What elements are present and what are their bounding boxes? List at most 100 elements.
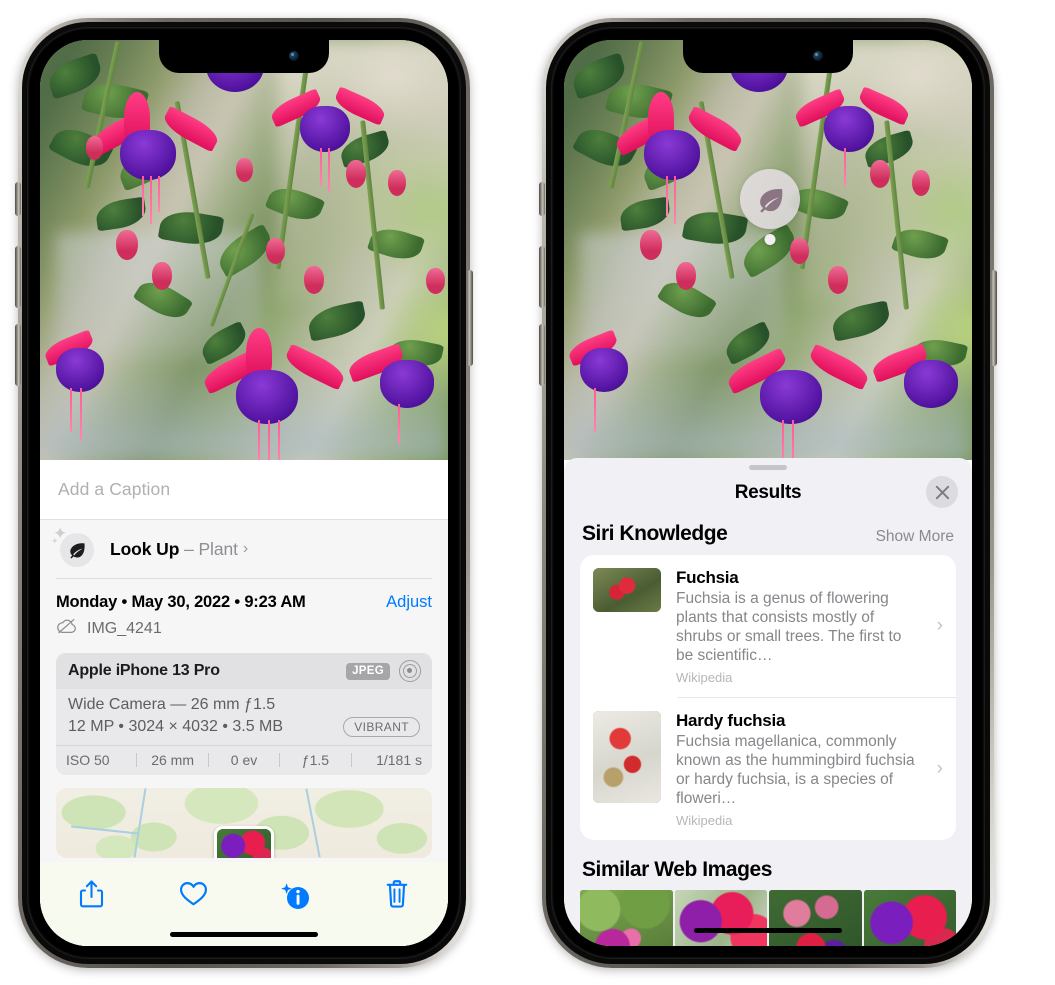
stat-focal: 26 mm bbox=[151, 752, 194, 768]
pin-thumbnail bbox=[217, 829, 271, 858]
exif-header: Apple iPhone 13 Pro JPEG bbox=[56, 653, 432, 689]
knowledge-description: Fuchsia magellanica, commonly known as t… bbox=[676, 733, 915, 807]
web-image-thumbnail[interactable] bbox=[769, 890, 862, 946]
phone-left: Add a Caption ✦ ✦ Look Up – Plant › Mond… bbox=[15, 18, 473, 968]
volume-down-button[interactable] bbox=[15, 324, 21, 386]
stat-aperture: ƒ1.5 bbox=[301, 752, 330, 768]
thumbnail-art bbox=[769, 890, 862, 946]
photo-bud bbox=[116, 230, 138, 260]
photo-bud bbox=[790, 238, 809, 264]
results-sheet: Results Siri Knowledge Show More Fuchsia… bbox=[564, 458, 972, 946]
lens-info: Wide Camera — 26 mm ƒ1.5 bbox=[68, 696, 276, 713]
knowledge-thumbnail bbox=[593, 568, 661, 612]
style-badge: VIBRANT bbox=[343, 717, 420, 737]
size-row: 12 MP • 3024 × 4032 • 3.5 MB VIBRANT bbox=[68, 717, 420, 737]
stat-shutter: 1/181 s bbox=[376, 752, 423, 768]
knowledge-title: Hardy fuchsia bbox=[676, 711, 786, 730]
front-camera bbox=[813, 51, 823, 61]
trash-icon bbox=[384, 879, 410, 914]
phone-right: Results Siri Knowledge Show More Fuchsia… bbox=[539, 18, 997, 968]
home-indicator[interactable] bbox=[694, 928, 842, 933]
knowledge-title: Fuchsia bbox=[676, 568, 739, 587]
show-more-button[interactable]: Show More bbox=[876, 528, 954, 546]
siri-knowledge-card: Fuchsia Fuchsia is a genus of flowering … bbox=[580, 555, 956, 840]
caption-input-placeholder[interactable]: Add a Caption bbox=[58, 479, 170, 500]
knowledge-body: Fuchsia Fuchsia is a genus of flowering … bbox=[661, 568, 944, 685]
thumbnail-art bbox=[593, 711, 661, 803]
section-title: Siri Knowledge bbox=[582, 522, 728, 545]
stat-iso: ISO 50 bbox=[66, 752, 110, 768]
heart-icon bbox=[179, 880, 208, 912]
volume-up-button[interactable] bbox=[539, 246, 545, 308]
adjust-button[interactable]: Adjust bbox=[386, 593, 432, 612]
power-button[interactable] bbox=[467, 270, 473, 366]
resolution-info: 12 MP • 3024 × 4032 • 3.5 MB bbox=[68, 718, 284, 735]
web-image-thumbnail[interactable] bbox=[580, 890, 673, 946]
photo-bud bbox=[152, 262, 172, 290]
exif-body: Wide Camera — 26 mm ƒ1.5 12 MP • 3024 × … bbox=[56, 689, 432, 745]
raw-circle-icon bbox=[399, 660, 421, 682]
photo-bud bbox=[236, 158, 253, 182]
leaf-icon bbox=[740, 169, 800, 229]
look-up-dash: – bbox=[184, 538, 194, 559]
web-image-thumbnail[interactable] bbox=[863, 890, 956, 946]
volume-down-button[interactable] bbox=[539, 324, 545, 386]
favorite-button[interactable] bbox=[142, 876, 244, 916]
home-indicator[interactable] bbox=[170, 932, 318, 937]
photo-bud bbox=[828, 266, 848, 294]
web-image-thumbnail[interactable] bbox=[674, 890, 767, 946]
metadata-date-row: Monday • May 30, 2022 • 9:23 AM Adjust bbox=[56, 593, 432, 612]
exif-card[interactable]: Apple iPhone 13 Pro JPEG Wide Camera — 2… bbox=[56, 653, 432, 775]
look-up-bubble[interactable] bbox=[740, 169, 800, 245]
photo-bud bbox=[86, 136, 103, 160]
info-sparkle-icon bbox=[278, 881, 312, 911]
volume-up-button[interactable] bbox=[15, 246, 21, 308]
leaf-icon bbox=[60, 533, 94, 567]
chevron-right-icon: › bbox=[936, 615, 943, 636]
info-button[interactable] bbox=[244, 876, 346, 916]
thumbnail-art bbox=[674, 890, 767, 946]
map-photo-pin[interactable] bbox=[214, 826, 274, 858]
photo-viewer[interactable] bbox=[40, 40, 448, 460]
delete-button[interactable] bbox=[346, 876, 448, 916]
photo-bud bbox=[266, 238, 285, 264]
similar-web-images-strip[interactable] bbox=[564, 890, 972, 946]
power-button[interactable] bbox=[991, 270, 997, 366]
silent-switch[interactable] bbox=[15, 182, 21, 216]
photo-bud bbox=[346, 160, 366, 188]
photo-metadata: Monday • May 30, 2022 • 9:23 AM Adjust I… bbox=[40, 579, 448, 645]
metadata-file-row: IMG_4241 bbox=[56, 618, 432, 639]
photo-filename: IMG_4241 bbox=[87, 619, 162, 637]
stat-ev: 0 ev bbox=[230, 752, 258, 768]
knowledge-source: Wikipedia bbox=[676, 813, 733, 828]
photo-bud bbox=[304, 266, 324, 294]
close-button[interactable] bbox=[926, 476, 958, 508]
look-up-row[interactable]: ✦ ✦ Look Up – Plant › bbox=[40, 520, 448, 578]
notch bbox=[159, 40, 329, 73]
exif-header-badges: JPEG bbox=[346, 660, 421, 682]
look-up-badge: ✦ ✦ bbox=[51, 525, 94, 568]
thumbnail-art bbox=[580, 890, 673, 946]
photo-bud bbox=[912, 170, 930, 196]
share-button[interactable] bbox=[40, 876, 142, 916]
look-up-title: Look Up bbox=[110, 538, 180, 559]
section-title: Similar Web Images bbox=[582, 858, 772, 881]
knowledge-item[interactable]: Fuchsia Fuchsia is a genus of flowering … bbox=[580, 555, 956, 697]
front-camera bbox=[289, 51, 299, 61]
caption-row[interactable]: Add a Caption bbox=[40, 460, 448, 520]
sheet-header: Results bbox=[564, 470, 972, 516]
section-header-siri-knowledge: Siri Knowledge Show More bbox=[564, 516, 972, 555]
silent-switch[interactable] bbox=[539, 182, 545, 216]
knowledge-item[interactable]: Hardy fuchsia Fuchsia magellanica, commo… bbox=[580, 698, 956, 840]
photo-bud bbox=[388, 170, 406, 196]
location-map[interactable] bbox=[56, 788, 432, 858]
camera-device: Apple iPhone 13 Pro bbox=[68, 662, 220, 679]
knowledge-thumbnail bbox=[593, 711, 661, 803]
look-up-label: Look Up – Plant bbox=[110, 539, 238, 560]
thumbnail-art bbox=[863, 890, 956, 946]
look-up-subject: Plant bbox=[198, 538, 238, 559]
photo-bud bbox=[676, 262, 696, 290]
photo-viewer[interactable] bbox=[564, 40, 972, 460]
chevron-right-icon: › bbox=[936, 758, 943, 779]
info-panel: ✦ ✦ Look Up – Plant › Monday • May 30, 2… bbox=[40, 520, 448, 946]
